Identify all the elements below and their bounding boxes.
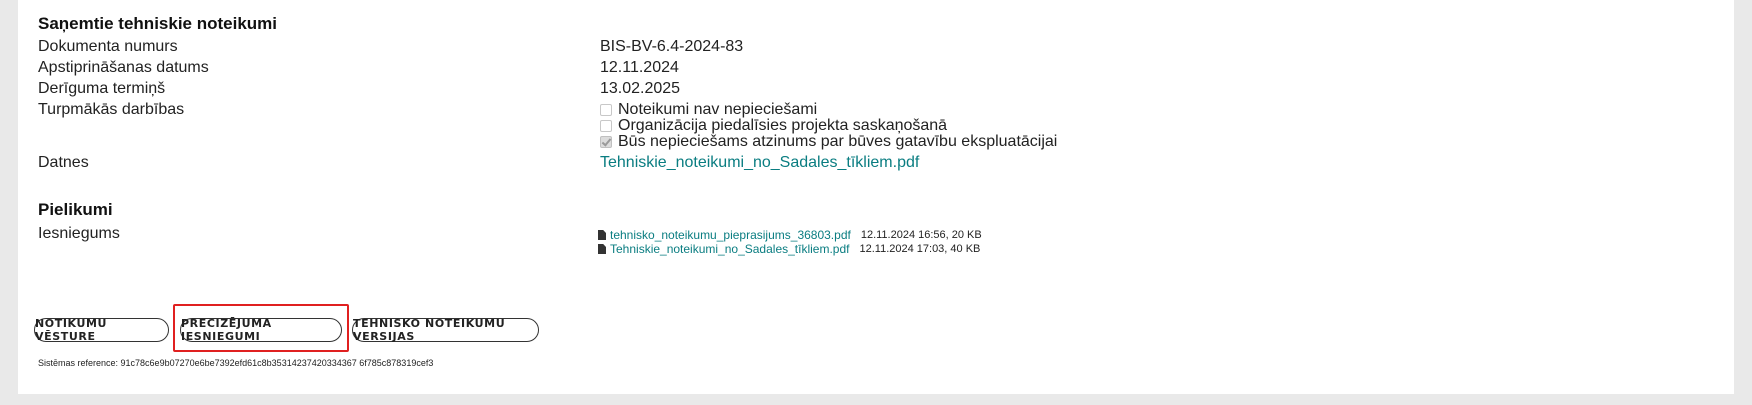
attachment-link[interactable]: tehnisko_noteikumu_pieprasijums_36803.pd… bbox=[610, 228, 851, 242]
received-section-title: Saņemtie tehniskie noteikumi bbox=[38, 14, 278, 33]
highlight-box bbox=[173, 304, 349, 352]
attachment-meta: 12.11.2024 17:03, 40 KB bbox=[859, 243, 981, 255]
files-value: Tehniskie_noteikumi_no_Sadales_tīkliem.p… bbox=[600, 154, 919, 172]
event-history-button[interactable]: NOTIKUMU VĒSTURE bbox=[34, 317, 169, 343]
submission-label: Iesniegums bbox=[38, 225, 120, 242]
system-reference: Sistēmas reference: 91c78c6e9b07270e6be7… bbox=[38, 358, 434, 368]
approval-date-label: Apstiprināšanas datums bbox=[38, 59, 209, 76]
attachment-row: tehnisko_noteikumu_pieprasijums_36803.pd… bbox=[598, 228, 982, 242]
checkbox-checked[interactable] bbox=[600, 136, 612, 148]
document-number-label: Dokumenta numurs bbox=[38, 38, 178, 55]
checkbox-unchecked[interactable] bbox=[600, 104, 612, 116]
files-label: Datnes bbox=[38, 154, 89, 171]
technical-conditions-file-link[interactable]: Tehniskie_noteikumi_no_Sadales_tīkliem.p… bbox=[600, 154, 919, 171]
action-label: Būs nepieciešams atzinums par būves gata… bbox=[618, 133, 1058, 150]
further-actions-label: Turpmākās darbības bbox=[38, 101, 185, 118]
attachment-meta: 12.11.2024 16:56, 20 KB bbox=[860, 229, 982, 241]
attachments-section-title: Pielikumi bbox=[38, 200, 113, 219]
attachment-link[interactable]: Tehniskie_noteikumi_no_Sadales_tīkliem.p… bbox=[610, 242, 849, 256]
file-icon bbox=[598, 244, 606, 254]
checkbox-unchecked[interactable] bbox=[600, 120, 612, 132]
validity-term-value: 13.02.2025 bbox=[600, 80, 681, 97]
approval-date-value: 12.11.2024 bbox=[600, 59, 679, 76]
file-icon bbox=[598, 230, 606, 240]
action-checkbox-row: Būs nepieciešams atzinums par būves gata… bbox=[600, 133, 1057, 151]
conditions-versions-button[interactable]: TEHNISKO NOTEIKUMU VERSIJAS bbox=[352, 317, 539, 343]
document-number-value: BIS-BV-6.4-2024-83 bbox=[600, 38, 744, 55]
validity-term-label: Derīguma termiņš bbox=[38, 80, 166, 97]
attachment-row: Tehniskie_noteikumi_no_Sadales_tīkliem.p… bbox=[598, 242, 980, 256]
